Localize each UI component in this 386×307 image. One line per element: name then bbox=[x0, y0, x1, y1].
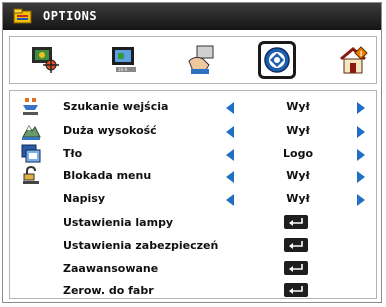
arrow-right-icon[interactable] bbox=[357, 194, 365, 206]
menu-row-label: Zerow. do fabr bbox=[63, 284, 154, 297]
arrow-left-icon[interactable] bbox=[226, 194, 234, 206]
menu-row-high-altitude[interactable]: Duża wysokość Wył bbox=[10, 121, 376, 142]
menu-row-menu-lock[interactable]: Blokada menu Wył bbox=[10, 165, 376, 187]
arrow-right-icon[interactable] bbox=[357, 102, 365, 114]
options-menu-window: OPTIONS 16:9 ! Szukanie wejścia Wył Duża… bbox=[2, 2, 382, 303]
menu-row-factory-reset[interactable]: Zerow. do fabr bbox=[10, 281, 376, 302]
arrow-left-icon[interactable] bbox=[226, 126, 234, 138]
menu-row-background[interactable]: Tło Logo bbox=[10, 144, 376, 165]
menu-lock-icon bbox=[21, 165, 41, 186]
menu-row-label: Zaawansowane bbox=[63, 262, 159, 275]
menu-row-advanced[interactable]: Zaawansowane bbox=[10, 259, 376, 280]
tab-bar: 16:9 ! bbox=[9, 36, 377, 84]
background-icon bbox=[21, 144, 41, 164]
menu-row-label: Ustawienia zabezpieczeń bbox=[63, 239, 219, 252]
menu-row-captions[interactable]: Napisy Wył bbox=[10, 189, 376, 210]
high-altitude-icon bbox=[21, 121, 41, 141]
arrow-left-icon[interactable] bbox=[226, 149, 234, 161]
menu-row-label: Blokada menu bbox=[63, 169, 152, 182]
tab-info[interactable]: ! bbox=[337, 43, 373, 77]
title-bar: OPTIONS bbox=[3, 3, 381, 30]
menu-row-value: Wył bbox=[286, 124, 310, 137]
menu-row-label: Ustawienia lampy bbox=[63, 216, 174, 229]
window-title: OPTIONS bbox=[43, 9, 98, 23]
arrow-right-icon[interactable] bbox=[357, 149, 365, 161]
menu-row-value: Wył bbox=[286, 100, 310, 113]
enter-key-icon[interactable] bbox=[284, 215, 308, 229]
tab-options[interactable] bbox=[258, 41, 296, 79]
tab-display[interactable]: 16:9 bbox=[106, 43, 142, 77]
svg-text:16:9: 16:9 bbox=[118, 67, 127, 72]
menu-row-label: Szukanie wejścia bbox=[63, 100, 169, 113]
arrow-left-icon[interactable] bbox=[226, 171, 234, 183]
menu-row-label: Duża wysokość bbox=[63, 124, 157, 137]
arrow-right-icon[interactable] bbox=[357, 171, 365, 183]
enter-key-icon[interactable] bbox=[284, 283, 308, 297]
arrow-right-icon[interactable] bbox=[357, 126, 365, 138]
tab-image[interactable] bbox=[27, 43, 63, 77]
menu-row-security-settings[interactable]: Ustawienia zabezpieczeń bbox=[10, 236, 376, 257]
source-search-icon bbox=[21, 97, 41, 117]
options-list: Szukanie wejścia Wył Duża wysokość Wył T… bbox=[9, 90, 377, 299]
enter-key-icon[interactable] bbox=[284, 261, 308, 275]
enter-key-icon[interactable] bbox=[284, 238, 308, 252]
menu-row-source-search[interactable]: Szukanie wejścia Wył bbox=[10, 97, 376, 118]
menu-row-label: Tło bbox=[63, 147, 83, 160]
menu-folder-icon bbox=[13, 7, 33, 25]
arrow-left-icon[interactable] bbox=[226, 102, 234, 114]
menu-row-value: Wył bbox=[286, 192, 310, 205]
menu-row-lamp-settings[interactable]: Ustawienia lampy bbox=[10, 213, 376, 234]
menu-row-value: Wył bbox=[286, 169, 310, 182]
svg-text:!: ! bbox=[360, 50, 363, 58]
menu-row-value: Logo bbox=[283, 147, 313, 160]
tab-setup[interactable] bbox=[183, 43, 219, 77]
menu-row-label: Napisy bbox=[63, 192, 105, 205]
